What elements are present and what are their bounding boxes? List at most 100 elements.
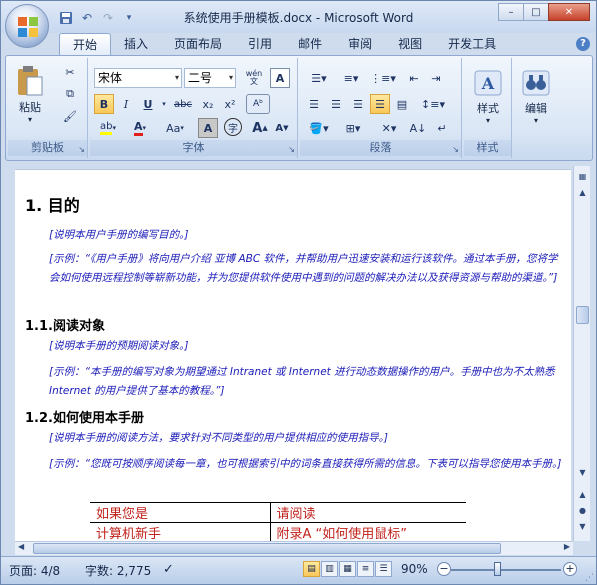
sort-icon[interactable]: A↓ [408,118,428,138]
zoom-slider-track[interactable] [451,569,561,571]
title-bar: ↶ ↷ ▾ 系统使用手册模板.docx - Microsoft Word – □… [1,1,596,33]
tab-references[interactable]: 引用 [235,33,285,55]
multilevel-list-icon[interactable]: ⋮≡▾ [368,68,398,88]
bullets-icon[interactable]: ☰▾ [304,68,334,88]
increase-indent-icon[interactable]: ⇥ [426,68,446,88]
draft-view-icon[interactable]: ☰ [375,561,392,577]
change-case-button[interactable]: Aa ▾ [160,118,190,138]
copy-icon[interactable]: ⧉ [60,84,80,104]
horizontal-scrollbar[interactable]: ◀ ▶ [15,541,573,555]
next-page-icon[interactable]: ▼ [575,520,590,534]
highlight-button[interactable]: ab ▾ [94,118,122,138]
font-size-value: 二号 [188,71,213,85]
left-ruler [5,161,15,551]
cut-icon[interactable]: ✂ [60,62,80,82]
page-count[interactable]: 页面: 4/8 [9,562,60,579]
font-name-combo[interactable]: 宋体 ▾ [94,68,182,88]
line-spacing-icon[interactable]: ↕≡▾ [418,94,448,114]
zoom-in-icon[interactable]: + [563,562,577,576]
show-marks-icon[interactable]: ↵ [432,118,452,138]
help-icon[interactable]: ? [576,37,590,51]
editing-button[interactable]: 编辑 ▾ [516,62,556,132]
paste-icon [18,65,43,95]
clipboard-group-label: 剪贴板 [8,140,87,156]
enclose-char-button[interactable]: 字 [224,118,242,136]
select-browse-object-icon[interactable]: ● [575,504,590,518]
clipboard-group: 粘贴 ▾ ✂ ⧉ 🖌 剪贴板 ↘ [8,58,88,158]
subscript-button[interactable]: x₂ [198,94,218,114]
char-border-button[interactable]: A [270,68,290,88]
font-launcher-icon[interactable]: ↘ [288,145,295,154]
office-button[interactable] [5,4,49,48]
resize-grip-icon[interactable]: ⋰ [585,573,594,583]
tab-insert[interactable]: 插入 [111,33,161,55]
scroll-left-icon[interactable]: ◀ [18,542,24,551]
minimize-button[interactable]: – [498,3,524,21]
tab-page-layout[interactable]: 页面布局 [161,33,235,55]
proofing-icon[interactable]: ✓ [163,562,174,577]
tab-home[interactable]: 开始 [59,33,112,55]
tab-review[interactable]: 审阅 [335,33,385,55]
clear-formatting-icon[interactable]: Aᵇ [246,94,270,114]
bold-button[interactable]: B [94,94,114,114]
superscript-button[interactable]: x² [220,94,240,114]
shading-icon[interactable]: 🪣▾ [304,118,334,138]
format-painter-icon[interactable]: 🖌 [60,106,80,126]
grow-font-button[interactable]: A ▲ [250,118,270,138]
outline-view-icon[interactable]: ≡ [357,561,374,577]
vertical-scroll-thumb[interactable] [576,306,589,324]
paste-button[interactable]: 粘贴 ▾ [12,62,48,126]
zoom-level[interactable]: 90% [401,562,428,576]
shrink-font-label: A [275,122,284,134]
clipboard-launcher-icon[interactable]: ↘ [78,145,85,154]
web-layout-view-icon[interactable]: ▦ [339,561,356,577]
document-page[interactable]: 1. 目的 [说明本用户手册的编写目的。] [示例：“《用户手册》将向用户介绍 … [15,169,571,541]
justify-icon[interactable]: ☰ [370,94,390,114]
vertical-scrollbar[interactable]: ▦ ▲ ▼ ▲ ● ▼ [573,166,590,541]
styles-button[interactable]: A 样式 ▾ [468,62,508,132]
note-how-to-use-example: [示例：“您既可按顺序阅读每一章，也可根据索引中的词条直接获得所需的信息。下表可… [49,458,562,470]
horizontal-scroll-thumb[interactable] [33,543,501,554]
styles-group-label: 样式 [464,140,511,156]
tab-mailings[interactable]: 邮件 [285,33,335,55]
maximize-button[interactable]: □ [523,3,549,21]
phonetic-guide-button[interactable]: wén 文 [242,68,266,88]
shrink-font-button[interactable]: A ▼ [272,118,292,138]
borders-icon[interactable]: ⊞▾ [338,118,368,138]
paragraph-group: ☰▾ ≡▾ ⋮≡▾ ⇤ ⇥ ☰ ☰ ☰ ☰ ▤ ↕≡▾ 🪣▾ ⊞▾ ✕▾ A↓ … [300,58,462,158]
zoom-slider-thumb[interactable] [494,562,501,576]
scroll-down-icon[interactable]: ▼ [575,466,590,480]
note-how-to-use: [说明本手册的阅读方法，要求针对不同类型的用户提供相应的使用指导。] [49,432,388,444]
tab-view[interactable]: 视图 [385,33,435,55]
distributed-icon[interactable]: ▤ [392,94,412,114]
window-controls: – □ ✕ [498,3,590,21]
scroll-up-icon[interactable]: ▲ [575,186,590,200]
align-right-icon[interactable]: ☰ [348,94,368,114]
strikethrough-button[interactable]: abc [170,94,196,114]
align-center-icon[interactable]: ☰ [326,94,346,114]
char-shading-button[interactable]: A [198,118,218,138]
paragraph-launcher-icon[interactable]: ↘ [452,145,459,154]
previous-page-icon[interactable]: ▲ [575,488,590,502]
numbering-icon[interactable]: ≡▾ [336,68,366,88]
ruler-toggle-icon[interactable]: ▦ [575,170,590,184]
editing-label: 编辑 [525,101,547,115]
italic-button[interactable]: I [116,94,136,114]
tab-developer[interactable]: 开发工具 [435,33,509,55]
grow-font-label: A [252,120,263,136]
note-audience-example: [示例：“本手册的编写对象为期望通过 Intranet 或 Internet 进… [49,366,555,397]
decrease-indent-icon[interactable]: ⇤ [404,68,424,88]
full-screen-reading-view-icon[interactable]: ▥ [321,561,338,577]
chinese-layout-icon[interactable]: ✕▾ [374,118,404,138]
print-layout-view-icon[interactable]: ▤ [303,561,320,577]
scroll-right-icon[interactable]: ▶ [564,542,570,551]
font-color-button[interactable]: A ▾ [126,118,154,138]
binoculars-icon [522,70,550,95]
align-left-icon[interactable]: ☰ [304,94,324,114]
close-button[interactable]: ✕ [548,3,590,21]
word-window: ↶ ↷ ▾ 系统使用手册模板.docx - Microsoft Word – □… [0,0,597,585]
word-count[interactable]: 字数: 2,775 [85,562,151,579]
ribbon-tabs: 开始 插入 页面布局 引用 邮件 审阅 视图 开发工具 [59,33,509,55]
font-size-combo[interactable]: 二号 ▾ [184,68,236,88]
zoom-out-icon[interactable]: − [437,562,451,576]
